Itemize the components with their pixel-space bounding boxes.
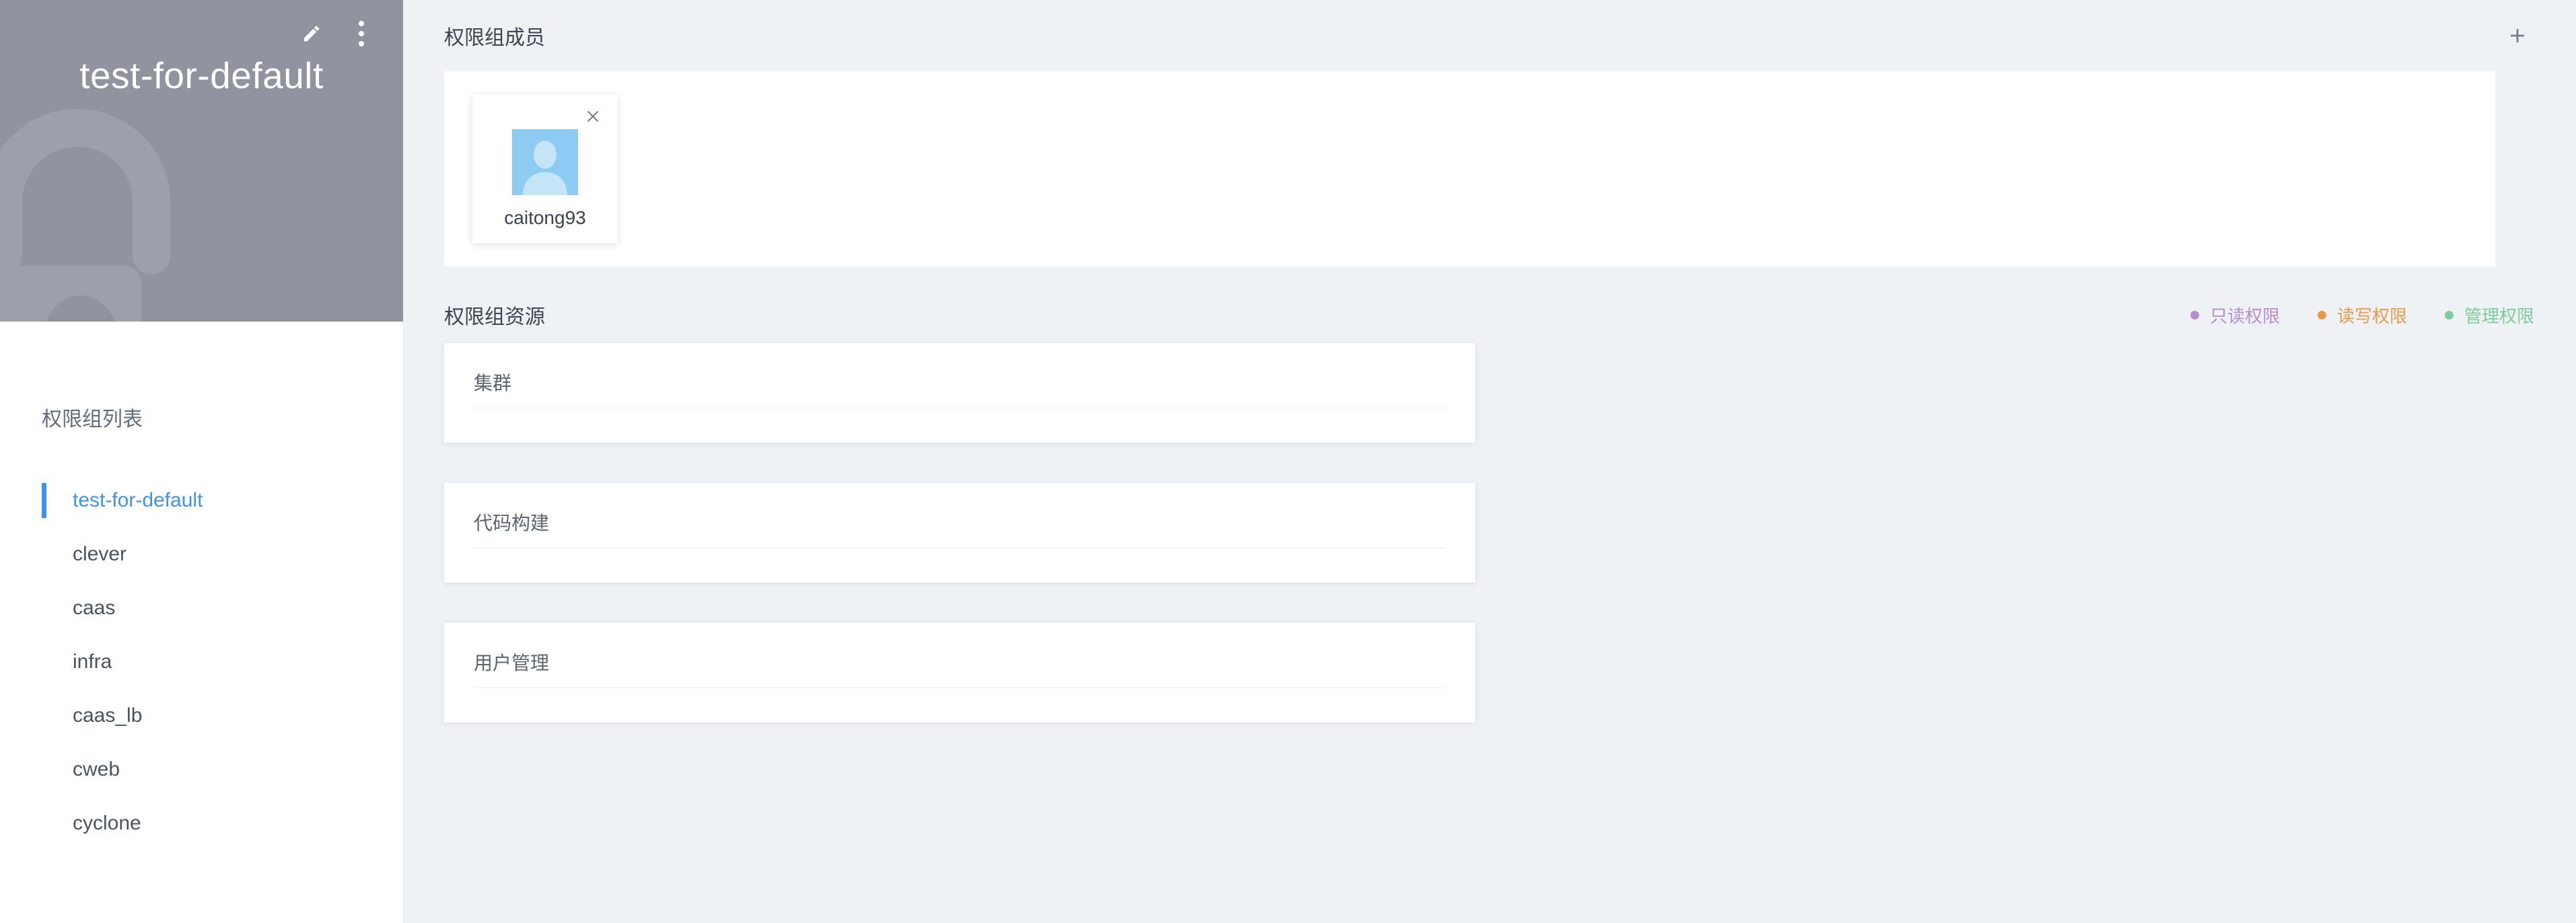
sidebar-item-clever[interactable]: clever — [0, 527, 403, 581]
sidebar-item-label: cweb — [73, 758, 120, 780]
group-menu-button[interactable] — [347, 19, 376, 48]
sidebar-item-label: caas — [73, 597, 116, 619]
legend-item-admin: 管理权限 — [2444, 303, 2534, 328]
app-root: test-for-default 权限组列表 test-for-default … — [0, 0, 2576, 923]
legend-item-readwrite: 读写权限 — [2317, 303, 2407, 328]
sidebar-item-label: infra — [73, 651, 112, 673]
sidebar-body: 权限组列表 test-for-default clever caas infra… — [0, 322, 403, 850]
lock-icon — [0, 109, 170, 322]
legend-label-readonly: 只读权限 — [2209, 305, 2280, 326]
members-panel: caitong93 — [444, 71, 2495, 266]
resource-card-user-management[interactable]: 用户管理 — [444, 623, 1475, 723]
group-list: test-for-default clever caas infra caas_… — [0, 474, 403, 850]
remove-member-button[interactable] — [581, 105, 604, 128]
avatar — [512, 129, 578, 195]
legend-dot-readonly — [2190, 310, 2199, 320]
vertical-dots-icon — [359, 19, 364, 48]
legend-dot-admin — [2444, 310, 2454, 320]
resources-section-title: 权限组资源 — [444, 306, 545, 328]
sidebar-item-caas-lb[interactable]: caas_lb — [0, 689, 403, 743]
sidebar-item-cyclone[interactable]: cyclone — [0, 797, 403, 850]
sidebar-item-caas[interactable]: caas — [0, 581, 403, 635]
sidebar: test-for-default 权限组列表 test-for-default … — [0, 0, 404, 923]
resource-card-code-build[interactable]: 代码构建 — [444, 483, 1475, 583]
member-card[interactable]: caitong93 — [472, 94, 618, 244]
sidebar-header: test-for-default — [0, 0, 403, 322]
member-name: caitong93 — [504, 207, 586, 228]
sidebar-item-test-for-default[interactable]: test-for-default — [0, 474, 403, 527]
group-list-title: 权限组列表 — [42, 408, 143, 431]
members-section-title: 权限组成员 — [444, 27, 545, 49]
edit-group-button[interactable] — [297, 19, 326, 48]
resource-cards-grid: 集群 代码构建 用户管理 — [444, 343, 2495, 723]
add-member-button[interactable] — [2501, 19, 2534, 52]
sidebar-header-actions — [297, 19, 376, 48]
permission-legend: 只读权限 读写权限 管理权限 — [2190, 303, 2534, 328]
user-avatar-icon — [512, 129, 578, 195]
legend-dot-readwrite — [2317, 310, 2326, 320]
close-icon — [587, 110, 599, 122]
resources-section-bar: 权限组资源 只读权限 读写权限 管理权限 — [404, 266, 2576, 338]
legend-label-readwrite: 读写权限 — [2336, 305, 2407, 326]
main-content: 权限组成员 caitong93 权限组资源 只读权限 读写权限 管理权限 集群 … — [404, 0, 2576, 923]
page-title: test-for-default — [79, 54, 324, 96]
plus-icon — [2511, 29, 2524, 42]
sidebar-item-label: clever — [73, 543, 127, 565]
resource-card-title: 用户管理 — [474, 649, 1445, 688]
pencil-icon — [303, 26, 320, 42]
sidebar-item-cweb[interactable]: cweb — [0, 743, 403, 797]
resource-card-title: 代码构建 — [474, 509, 1445, 548]
resource-card-title: 集群 — [474, 369, 1445, 408]
resource-card-cluster[interactable]: 集群 — [444, 343, 1475, 443]
members-section-bar: 权限组成员 — [404, 0, 2576, 71]
legend-label-admin: 管理权限 — [2464, 305, 2534, 326]
sidebar-item-label: cyclone — [73, 812, 141, 834]
legend-item-readonly: 只读权限 — [2190, 303, 2280, 328]
sidebar-item-infra[interactable]: infra — [0, 635, 403, 689]
sidebar-item-label: test-for-default — [73, 489, 203, 511]
sidebar-item-label: caas_lb — [73, 704, 143, 727]
